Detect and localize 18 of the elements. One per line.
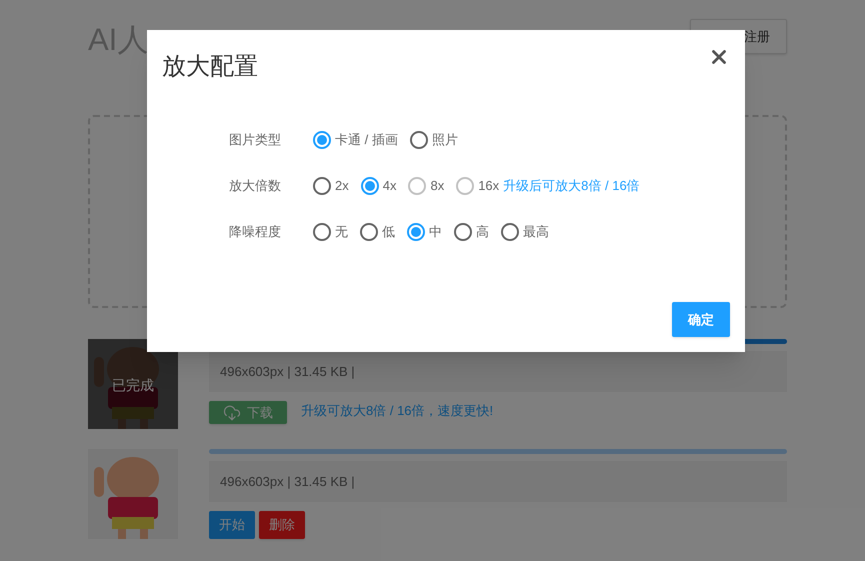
field-label: 放大倍数 — [229, 177, 282, 196]
status-label: 已完成 — [111, 376, 155, 395]
radio-option[interactable]: 无 — [313, 222, 348, 242]
radio-option[interactable]: 卡通 / 插画 — [313, 130, 398, 150]
radio-option[interactable]: 最高 — [501, 222, 549, 242]
radio-option[interactable]: 高 — [454, 222, 489, 242]
field-label: 降噪程度 — [229, 223, 282, 242]
upgrade-note: 升级后可放大8倍 / 16倍 — [503, 177, 640, 196]
file-info: 496x603px | 31.45 KB | — [209, 461, 787, 502]
radio-option[interactable]: 2x — [313, 176, 349, 196]
radio-option[interactable]: 4x — [360, 176, 396, 196]
field-label: 图片类型 — [229, 131, 282, 150]
radio-option[interactable]: 低 — [360, 222, 395, 242]
file-info: 496x603px | 31.45 KB | — [209, 351, 787, 392]
dialog-title: 放大配置 — [162, 52, 258, 82]
cloud-download-icon — [223, 404, 241, 422]
radio-option[interactable]: 中 — [407, 222, 442, 242]
radio-option[interactable]: 照片 — [410, 130, 458, 150]
